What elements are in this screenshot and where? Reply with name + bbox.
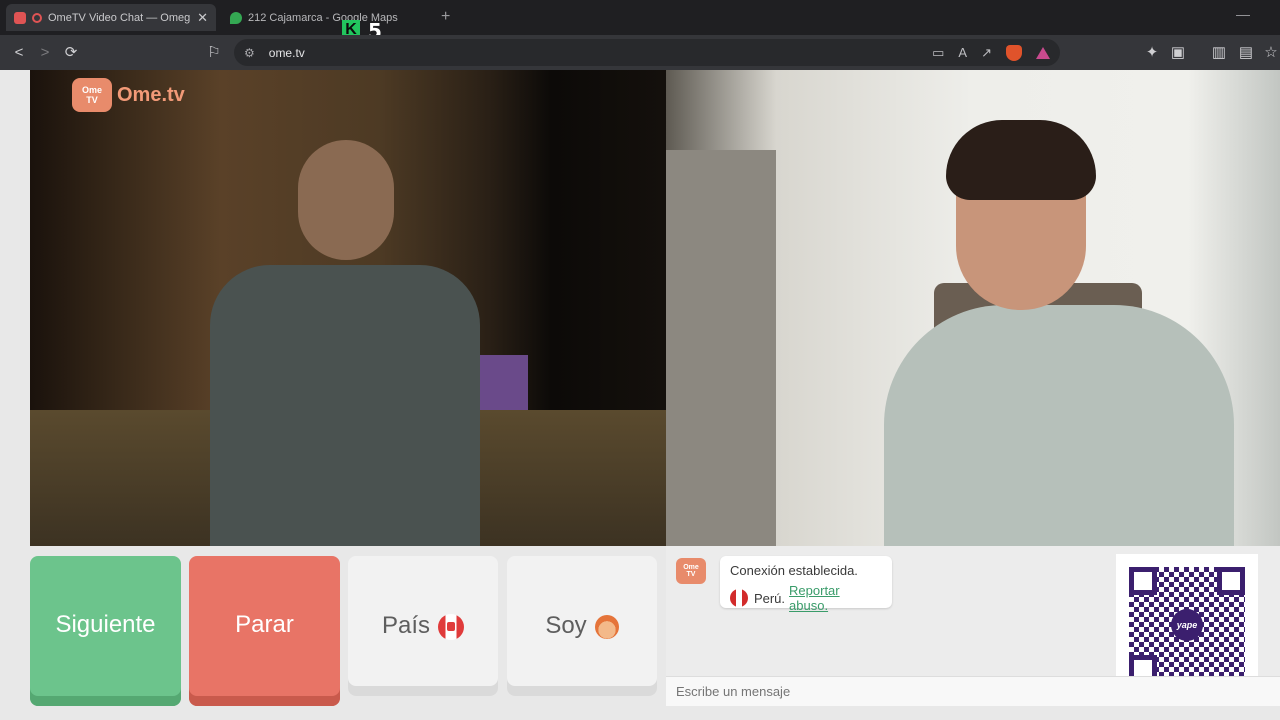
chat-logo-line1: Ome (683, 564, 699, 571)
ometv-logo: Ome TV Ome.tv (72, 78, 185, 112)
reload-icon[interactable]: ⟳ (60, 42, 82, 64)
maps-pin-icon (230, 11, 242, 24)
logo-badge-line1: Ome (81, 85, 102, 95)
country-button-label: País (381, 612, 431, 639)
back-arrow-icon[interactable]: < (8, 42, 30, 64)
browser-tab-bar: OmeTV Video Chat — Omegle ✕ 212 Cajamarc… (0, 0, 1280, 43)
favorites-icon[interactable]: ☆ (1260, 42, 1280, 64)
canada-flag-icon (438, 613, 465, 640)
stop-button-label: Parar (235, 611, 294, 638)
extensions-icon[interactable]: ✦ (1141, 42, 1163, 64)
address-bar[interactable]: ⚙ ome.tv ▭ A ↗ (234, 39, 1060, 66)
brave-shield-icon[interactable] (1006, 44, 1022, 61)
gender-button-label: Soy (545, 612, 587, 639)
system-message: Conexión establecida. Perú. Reportar abu… (720, 556, 892, 613)
tab-google-maps[interactable]: 212 Cajamarca - Google Maps (222, 4, 432, 31)
next-button-label: Siguiente (55, 611, 156, 638)
chat-ometv-icon: Ome TV (676, 558, 706, 584)
wallet-icon[interactable]: ▤ (1235, 42, 1257, 64)
url-text[interactable]: ome.tv (269, 46, 918, 60)
local-background-door (666, 150, 776, 546)
qr-eye-top-right (1217, 567, 1245, 595)
tab-ometv[interactable]: OmeTV Video Chat — Omegle ✕ (6, 4, 216, 31)
logo-badge-line2: TV (86, 95, 98, 105)
message-input[interactable] (666, 676, 1280, 706)
boy-avatar-icon (594, 614, 619, 639)
minimize-window-button[interactable]: — (1236, 6, 1250, 22)
reader-mode-icon[interactable]: ▣ (1167, 42, 1189, 64)
yape-qr-code: yape (1116, 554, 1258, 696)
chat-logo-line2: TV (686, 571, 696, 578)
tab-title: 212 Cajamarca - Google Maps (248, 11, 398, 24)
remote-video: Ome TV Ome.tv (30, 70, 666, 546)
sidebar-icon[interactable]: ▥ (1208, 42, 1230, 64)
browser-toolbar: < > ⟳ ⚐ ⚙ ome.tv ▭ A ↗ ✦ ▣ ▥ ▤ ☆ (0, 35, 1280, 70)
translate-icon[interactable]: A (958, 45, 967, 60)
connection-status-text: Conexión establecida. (730, 563, 858, 578)
peru-flag-icon (730, 589, 748, 607)
ometv-logo-text: Ome.tv (117, 83, 185, 106)
share-icon[interactable]: ↗ (981, 45, 992, 61)
bookmark-icon[interactable]: ⚐ (203, 42, 225, 64)
site-settings-icon[interactable]: ⚙ (244, 46, 255, 60)
remote-person-body (210, 265, 480, 546)
next-button[interactable]: Siguiente (30, 556, 181, 706)
tab-title: OmeTV Video Chat — Omegle (48, 11, 192, 24)
forward-arrow-icon[interactable]: > (34, 42, 56, 64)
stop-button[interactable]: Parar (189, 556, 340, 706)
local-person-hair (946, 120, 1096, 200)
brave-rewards-icon[interactable] (1036, 46, 1050, 59)
report-abuse-link[interactable]: Reportar abuso. (789, 583, 882, 613)
ometv-page: Ome TV Ome.tv Siguiente Parar País Soy O… (0, 70, 1280, 720)
chat-panel: Ome TV Conexión establecida. Perú. Repor… (666, 546, 1280, 706)
gender-select-button[interactable]: Soy (507, 556, 657, 696)
gmail-favicon-icon (14, 11, 26, 24)
country-filter-button[interactable]: País (348, 556, 498, 696)
remote-person-head (298, 140, 394, 260)
yape-logo: yape (1171, 609, 1203, 641)
ometv-logo-icon: Ome TV (72, 78, 112, 112)
qr-pattern: yape (1129, 567, 1245, 683)
partner-country: Perú. (753, 590, 786, 606)
cast-icon[interactable]: ▭ (932, 45, 944, 61)
local-person-body (884, 305, 1234, 546)
new-tab-button[interactable]: + (441, 8, 450, 26)
qr-eye-top-left (1129, 567, 1157, 595)
recording-icon (32, 12, 42, 23)
close-tab-icon[interactable]: ✕ (197, 10, 208, 26)
partner-country-line: Perú. Reportar abuso. (730, 583, 882, 613)
local-video (666, 70, 1280, 546)
